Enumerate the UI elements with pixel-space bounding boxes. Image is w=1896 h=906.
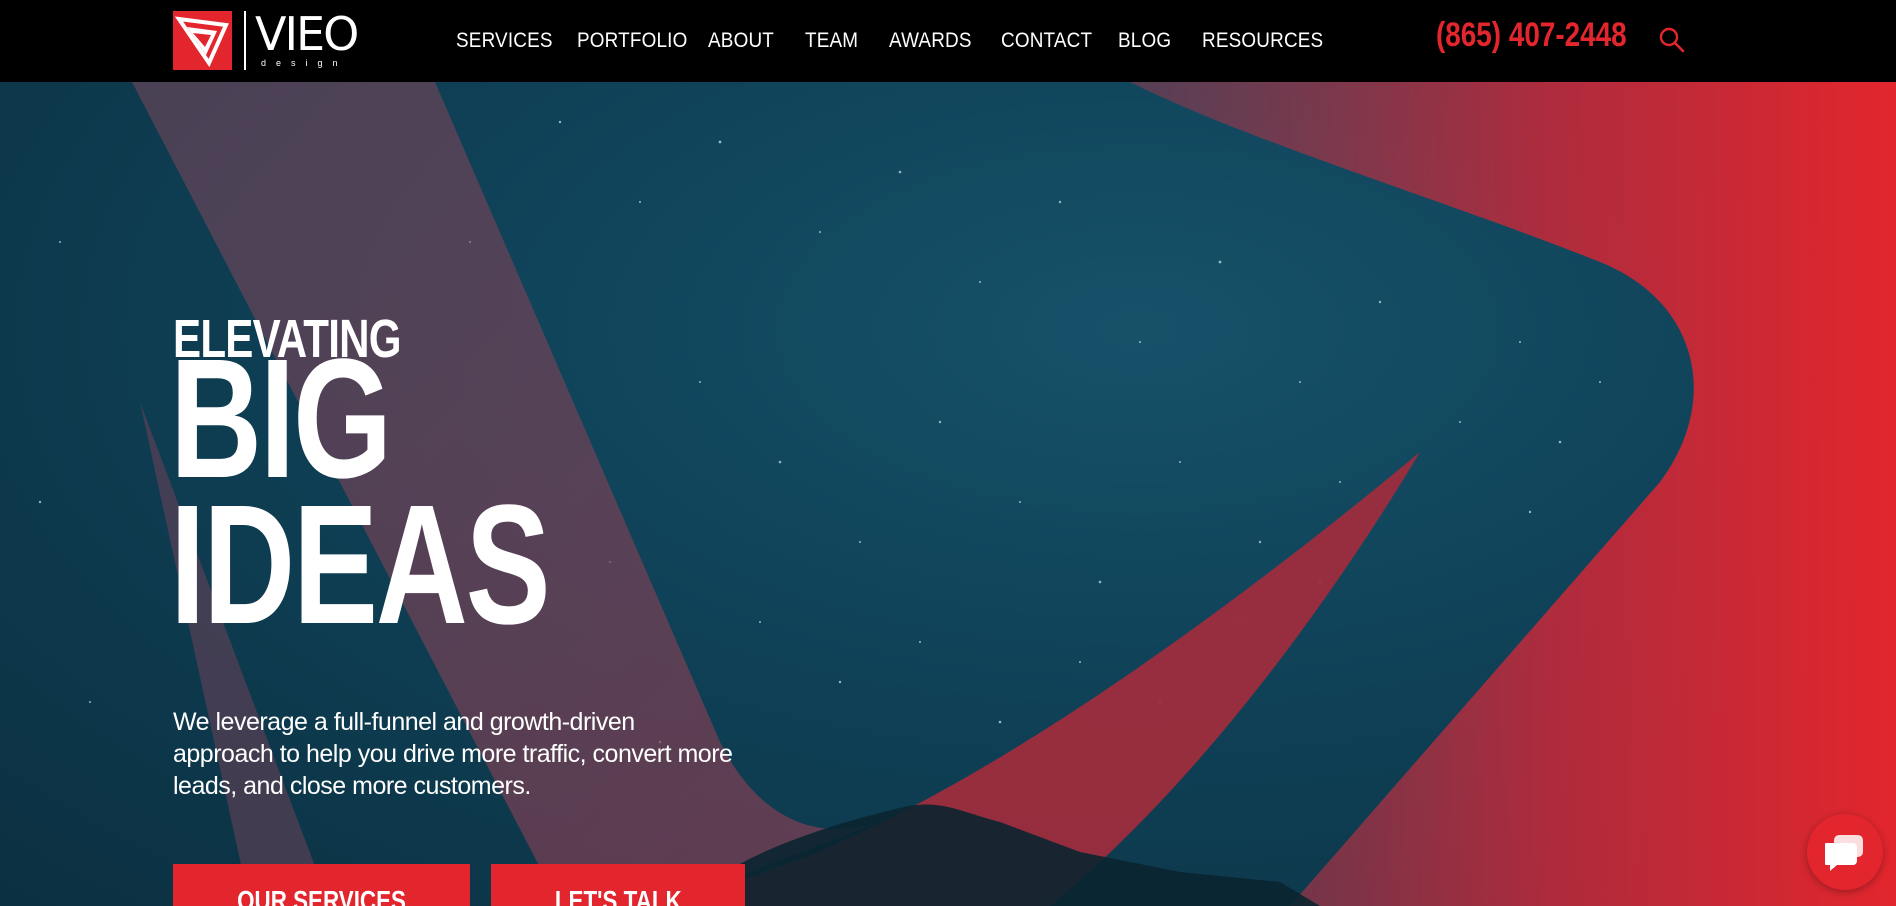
- nav-item-contact[interactable]: CONTACT: [1001, 29, 1092, 53]
- nav-item-resources[interactable]: RESOURCES: [1202, 29, 1323, 53]
- nav-item-about[interactable]: ABOUT: [708, 29, 774, 53]
- nav-item-awards[interactable]: AWARDS: [889, 29, 972, 53]
- hero-section: ELEVATING BIG IDEAS We leverage a full-f…: [0, 82, 1896, 906]
- nav-item-portfolio[interactable]: PORTFOLIO: [577, 29, 687, 53]
- site-header: VIEO design SERVICES PORTFOLIO ABOUT TEA…: [0, 0, 1896, 82]
- logo-text: VIEO design: [255, 7, 359, 68]
- lets-talk-label: LET'S TALK: [554, 885, 682, 906]
- hero-headline-line2: IDEAS: [170, 470, 551, 660]
- logo-mark-icon: [173, 10, 232, 70]
- phone-link[interactable]: (865) 407-2448: [1436, 16, 1627, 55]
- nav-item-team[interactable]: TEAM: [805, 29, 858, 53]
- logo-word: VIEO: [255, 7, 359, 61]
- nav-item-services[interactable]: SERVICES: [456, 29, 553, 53]
- logo-subtitle: design: [261, 58, 348, 68]
- nav-item-blog[interactable]: BLOG: [1118, 29, 1171, 53]
- logo[interactable]: VIEO design: [173, 7, 359, 70]
- hero-lede: We leverage a full-funnel and growth-dri…: [173, 708, 733, 800]
- search-icon[interactable]: [1659, 27, 1685, 53]
- logo-divider: [244, 10, 246, 70]
- hero-chevron-right: [1130, 82, 1896, 906]
- our-services-button[interactable]: OUR SERVICES: [173, 864, 470, 906]
- chat-bubble-icon[interactable]: [1807, 814, 1883, 890]
- our-services-label: OUR SERVICES: [237, 885, 406, 906]
- lets-talk-button[interactable]: LET'S TALK: [491, 864, 745, 906]
